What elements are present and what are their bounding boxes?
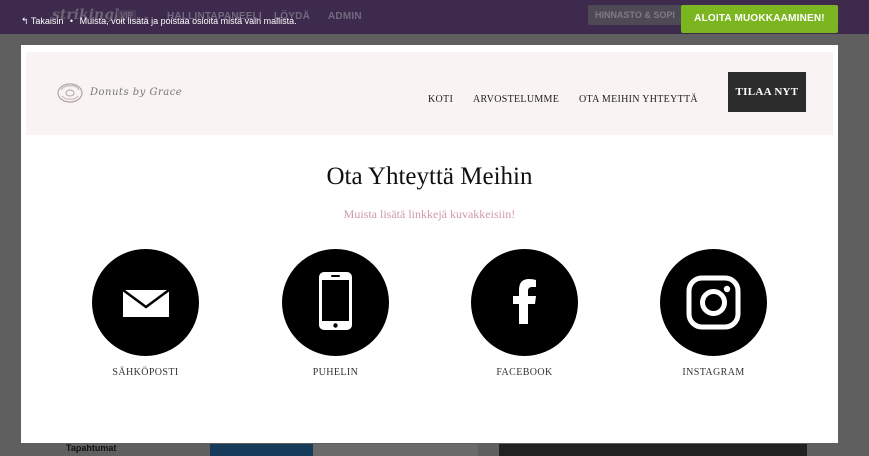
section-title: Ota Yhteyttä Meihin: [326, 163, 533, 190]
background-thumbnail: [313, 444, 478, 456]
phone-icon: [319, 272, 352, 330]
site-logo[interactable]: Donuts by Grace: [56, 81, 196, 105]
contact-facebook[interactable]: FACEBOOK: [471, 249, 578, 378]
section-subtitle: Muista lisätä linkkejä kuvakkeisiin!: [343, 207, 516, 221]
facebook-icon: [513, 279, 536, 324]
start-editing-button[interactable]: ALOITA MUOKKAAMINEN!: [681, 5, 838, 33]
donut-logo-icon: [57, 83, 83, 103]
contact-email[interactable]: SÄHKÖPOSTI: [92, 249, 199, 378]
email-circle: [92, 249, 199, 356]
sidebar-item-events: Tapahtumat: [66, 443, 117, 453]
template-preview: Donuts by Grace KOTI ARVOSTELUMME OTA ME…: [21, 45, 838, 443]
contact-label: PUHELIN: [312, 367, 359, 378]
back-link[interactable]: ↰ Takaisin: [21, 16, 66, 26]
contact-label: FACEBOOK: [496, 367, 553, 378]
facebook-circle: [471, 249, 578, 356]
contact-instagram[interactable]: INSTAGRAM: [660, 249, 767, 378]
menu-item-reviews[interactable]: ARVOSTELUMME: [473, 94, 559, 105]
nav-admin: ADMIN: [328, 11, 362, 22]
phone-circle: [282, 249, 389, 356]
menu-item-contact[interactable]: OTA MEIHIN YHTEYTTÄ: [579, 94, 698, 105]
contact-label: INSTAGRAM: [682, 367, 745, 378]
instagram-icon: [686, 275, 741, 330]
background-thumbnail: [210, 444, 313, 456]
notice-text: Muista, voit lisätä ja poistaa osioita m…: [79, 16, 297, 26]
site-header: Donuts by Grace KOTI ARVOSTELUMME OTA ME…: [26, 52, 833, 135]
site-logo-text: Donuts by Grace: [90, 87, 183, 98]
contact-label: SÄHKÖPOSTI: [112, 367, 179, 378]
notice-separator: •: [69, 16, 74, 26]
template-notice: ↰ Takaisin • Muista, voit lisätä ja pois…: [21, 16, 297, 27]
back-label: Takaisin: [30, 16, 64, 26]
pricing-button: HINNASTO & SOPI: [588, 5, 684, 25]
order-now-button[interactable]: TILAA NYT: [728, 72, 806, 112]
envelope-icon: [122, 288, 170, 317]
contact-phone[interactable]: PUHELIN: [282, 249, 389, 378]
back-arrow-icon: ↰: [21, 16, 29, 26]
instagram-circle: [660, 249, 767, 356]
background-thumbnail: [499, 444, 807, 456]
menu-item-home[interactable]: KOTI: [428, 94, 453, 105]
